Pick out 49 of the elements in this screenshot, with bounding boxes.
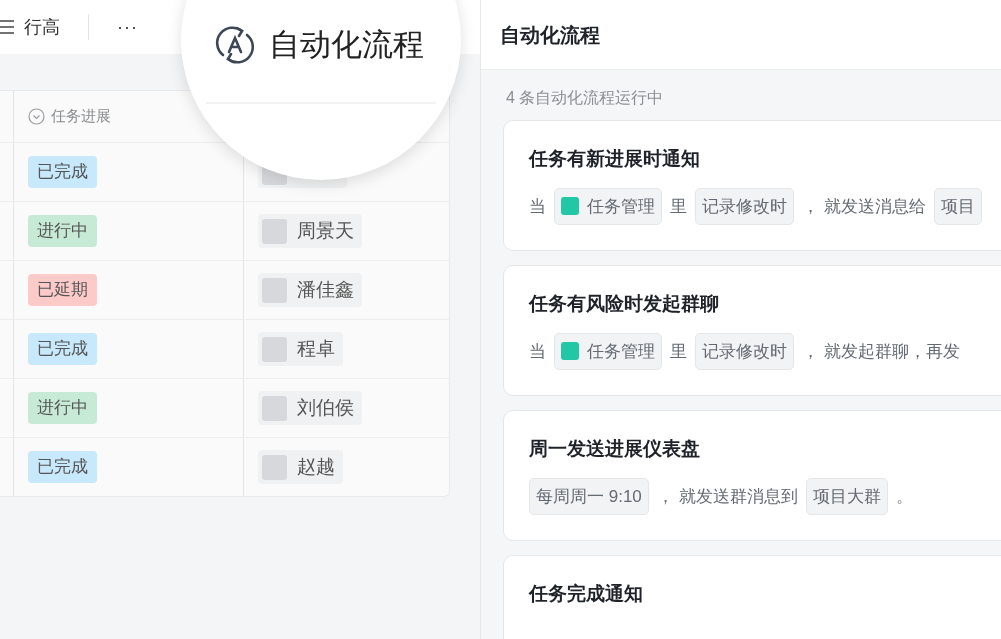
dropdown-icon[interactable] [28,108,45,125]
row-height-icon[interactable] [0,19,14,35]
condition-chip: 每周周一 9:10 [529,477,649,515]
flow-title: 任务有新进展时通知 [529,147,701,171]
condition-chip: 记录修改时 [695,187,794,225]
assignee-name: 周景天 [297,218,354,243]
avatar-placeholder [262,218,287,244]
assignee-name: 潘佳鑫 [297,277,354,302]
avatar-placeholder [262,454,287,480]
assignee-name: 程卓 [297,336,335,361]
flow-title: 周一发送进展仪表盘 [529,437,701,461]
table-name: 任务管理 [587,195,655,218]
rule-text: 里 [670,340,687,363]
avatar-placeholder [262,395,287,421]
app-icon [561,197,579,216]
automation-icon [215,25,255,66]
automation-button[interactable]: 自动化流程 [269,22,424,69]
rule-text: 。 [895,485,913,508]
flow-title: 任务完成通知 [529,582,644,606]
avatar-placeholder [262,336,287,362]
flow-card[interactable]: 任务有新进展时通知 当 任务管理 里 记录修改时 ， 就发送消息给 项目 [503,120,1001,251]
flow-card[interactable]: 周一发送进展仪表盘 每周周一 9:10 ， 就发送群消息到 项目大群 。 [503,410,1001,541]
more-button[interactable]: ··· [117,13,138,41]
condition-chip: 记录修改时 [695,332,794,370]
status-tag: 已完成 [28,333,97,365]
status-tag: 已完成 [28,156,97,188]
rule-text: ， 就发起群聊，再发 [802,340,960,363]
avatar-placeholder [262,277,287,303]
condition-chip: 项目 [933,187,982,225]
panel-title: 自动化流程 [481,0,1001,70]
assignee-name: 刘伯侯 [297,395,354,420]
status-tag: 进行中 [28,392,97,424]
assignee-name: 赵越 [297,454,335,479]
table-name: 任务管理 [587,340,655,363]
rule-text: ， 就发送群消息到 [656,485,798,508]
flow-title: 任务有风险时发起群聊 [529,292,720,316]
flow-card[interactable]: 任务完成通知 [503,555,1001,639]
row-height-button[interactable]: 行高 [24,13,60,41]
rule-text: ， 就发送消息给 [802,195,926,218]
rule-text: 当 [529,195,546,218]
app-icon [561,342,579,361]
rule-text: 里 [670,195,687,218]
flow-count-text: 4 条自动化流程运行中 [505,88,665,108]
status-tag: 已延期 [28,274,97,306]
status-tag: 进行中 [28,215,97,247]
status-tag: 已完成 [28,451,97,483]
rule-text: 当 [529,340,546,363]
flow-card[interactable]: 任务有风险时发起群聊 当 任务管理 里 记录修改时 ， 就发起群聊，再发 [503,265,1001,396]
condition-chip: 项目大群 [805,477,888,515]
